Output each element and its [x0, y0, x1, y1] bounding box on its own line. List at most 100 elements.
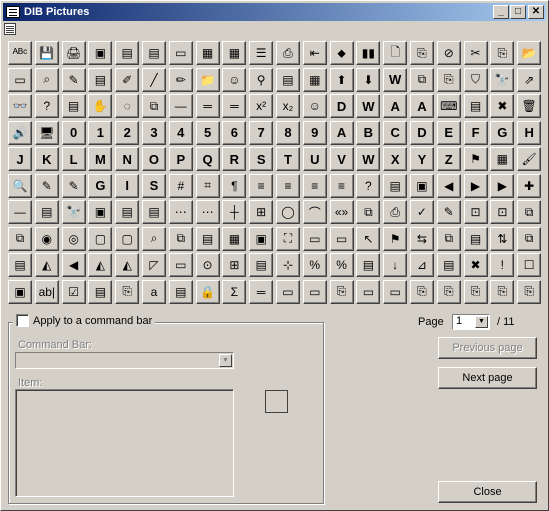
picture-button[interactable]: E	[436, 120, 461, 145]
picture-button[interactable]: C	[383, 120, 408, 145]
picture-button[interactable]: ⊡	[463, 200, 488, 224]
picture-button[interactable]: ⬥	[329, 41, 354, 65]
picture-button[interactable]: ◯	[275, 200, 300, 224]
picture-button[interactable]: 4	[168, 120, 193, 145]
picture-button[interactable]: 💾	[34, 41, 59, 65]
picture-button[interactable]: 🔭	[61, 200, 86, 224]
chevron-down-icon[interactable]: ▼	[219, 354, 232, 367]
picture-button[interactable]: ⧉	[436, 226, 461, 251]
picture-button[interactable]: 🖌	[517, 147, 542, 171]
picture-button[interactable]: ▣	[409, 173, 434, 198]
picture-button[interactable]: M	[88, 147, 113, 171]
picture-button[interactable]: ≡	[302, 173, 327, 198]
picture-button[interactable]: ◸	[141, 253, 166, 277]
picture-button[interactable]: 🔒	[195, 279, 220, 304]
picture-button[interactable]: ▤	[463, 226, 488, 251]
picture-button[interactable]: ▮▮	[356, 41, 381, 65]
picture-button[interactable]: ⎙	[275, 41, 300, 65]
picture-button[interactable]: ☺	[222, 67, 247, 92]
picture-button[interactable]: W	[356, 94, 381, 118]
picture-button[interactable]: ▶	[490, 173, 515, 198]
picture-button[interactable]: ▤	[115, 200, 140, 224]
picture-button[interactable]: ⎘	[436, 67, 461, 92]
picture-button[interactable]: 📂	[517, 41, 542, 65]
picture-button[interactable]: ▣	[88, 41, 113, 65]
picture-button[interactable]: I	[115, 173, 140, 198]
system-menu-icon[interactable]	[4, 23, 16, 35]
picture-button[interactable]: 🔊	[8, 120, 32, 145]
picture-button[interactable]: X	[383, 147, 408, 171]
picture-button[interactable]: ▤	[8, 253, 32, 277]
picture-button[interactable]: ▭	[329, 226, 354, 251]
picture-button[interactable]: ▤	[115, 41, 140, 65]
picture-button[interactable]: ⌗	[195, 173, 220, 198]
picture-button[interactable]: ✎	[61, 67, 86, 92]
picture-button[interactable]: ◎	[61, 226, 86, 251]
picture-button[interactable]: ▤	[436, 253, 461, 277]
picture-button[interactable]: P	[168, 147, 193, 171]
picture-button[interactable]: Q	[195, 147, 220, 171]
picture-button[interactable]: ▤	[195, 226, 220, 251]
picture-button[interactable]: ↖	[356, 226, 381, 251]
picture-button[interactable]: ⌒	[302, 200, 327, 224]
picture-button[interactable]: ◀	[436, 173, 461, 198]
picture-button[interactable]: ═	[249, 279, 274, 304]
picture-button[interactable]: ⌕	[141, 226, 166, 251]
picture-button[interactable]: ▦	[490, 147, 515, 171]
picture-button[interactable]: ═	[195, 94, 220, 118]
picture-button[interactable]: ◭	[115, 253, 140, 277]
picture-button[interactable]: 7	[249, 120, 274, 145]
command-bar-dropdown[interactable]: ▼	[15, 352, 234, 369]
picture-button[interactable]: ⎘	[436, 279, 461, 304]
item-listbox[interactable]	[15, 389, 234, 497]
picture-button[interactable]: ⧉	[517, 226, 542, 251]
picture-button[interactable]: S	[141, 173, 166, 198]
picture-button[interactable]: ▭	[168, 253, 193, 277]
picture-button[interactable]: ⚑	[383, 226, 408, 251]
picture-button[interactable]: ✖	[490, 94, 515, 118]
picture-button[interactable]: ◀	[61, 253, 86, 277]
picture-button[interactable]: ✎	[34, 173, 59, 198]
picture-button[interactable]: ▤	[275, 67, 300, 92]
picture-button[interactable]: 3	[141, 120, 166, 145]
picture-button[interactable]: ☺	[302, 94, 327, 118]
picture-button[interactable]: ▤	[249, 253, 274, 277]
picture-button[interactable]: ▤	[61, 94, 86, 118]
picture-button[interactable]: ◭	[88, 253, 113, 277]
picture-button[interactable]: ☐	[517, 253, 542, 277]
picture-button[interactable]: R	[222, 147, 247, 171]
picture-button[interactable]: F	[463, 120, 488, 145]
picture-button[interactable]: ⚑	[463, 147, 488, 171]
picture-button[interactable]: U	[302, 147, 327, 171]
picture-button[interactable]: ✐	[115, 67, 140, 92]
close-window-button[interactable]: ✕	[528, 5, 544, 19]
picture-button[interactable]: ╱	[141, 67, 166, 92]
picture-button[interactable]: 🔍	[8, 173, 32, 198]
picture-button[interactable]: ▤	[383, 173, 408, 198]
picture-button[interactable]: ═	[222, 94, 247, 118]
picture-button[interactable]: ⊙	[195, 253, 220, 277]
picture-button[interactable]: ▣	[8, 279, 32, 304]
previous-page-button[interactable]: Previous page	[438, 337, 537, 359]
picture-button[interactable]: ▭	[383, 279, 408, 304]
picture-button[interactable]: ⚲	[249, 67, 274, 92]
picture-button[interactable]: H	[517, 120, 542, 145]
maximize-button[interactable]: □	[510, 5, 526, 19]
picture-button[interactable]: ⎘	[490, 41, 515, 65]
picture-button[interactable]: 9	[302, 120, 327, 145]
picture-button[interactable]: 👓	[8, 94, 32, 118]
picture-button[interactable]: ▦	[195, 41, 220, 65]
picture-button[interactable]: ┼	[222, 200, 247, 224]
picture-button[interactable]: ✎	[61, 173, 86, 198]
picture-button[interactable]: ⎙	[383, 200, 408, 224]
picture-button[interactable]: J	[8, 147, 32, 171]
picture-button[interactable]: D	[409, 120, 434, 145]
picture-button[interactable]: ⊹	[275, 253, 300, 277]
picture-button[interactable]: ⛶	[275, 226, 300, 251]
picture-button[interactable]: O	[141, 147, 166, 171]
picture-button[interactable]: ▭	[8, 67, 32, 92]
picture-button[interactable]: V	[329, 147, 354, 171]
picture-button[interactable]: ⊞	[222, 253, 247, 277]
picture-button[interactable]: ▦	[302, 67, 327, 92]
picture-button[interactable]: 1	[88, 120, 113, 145]
